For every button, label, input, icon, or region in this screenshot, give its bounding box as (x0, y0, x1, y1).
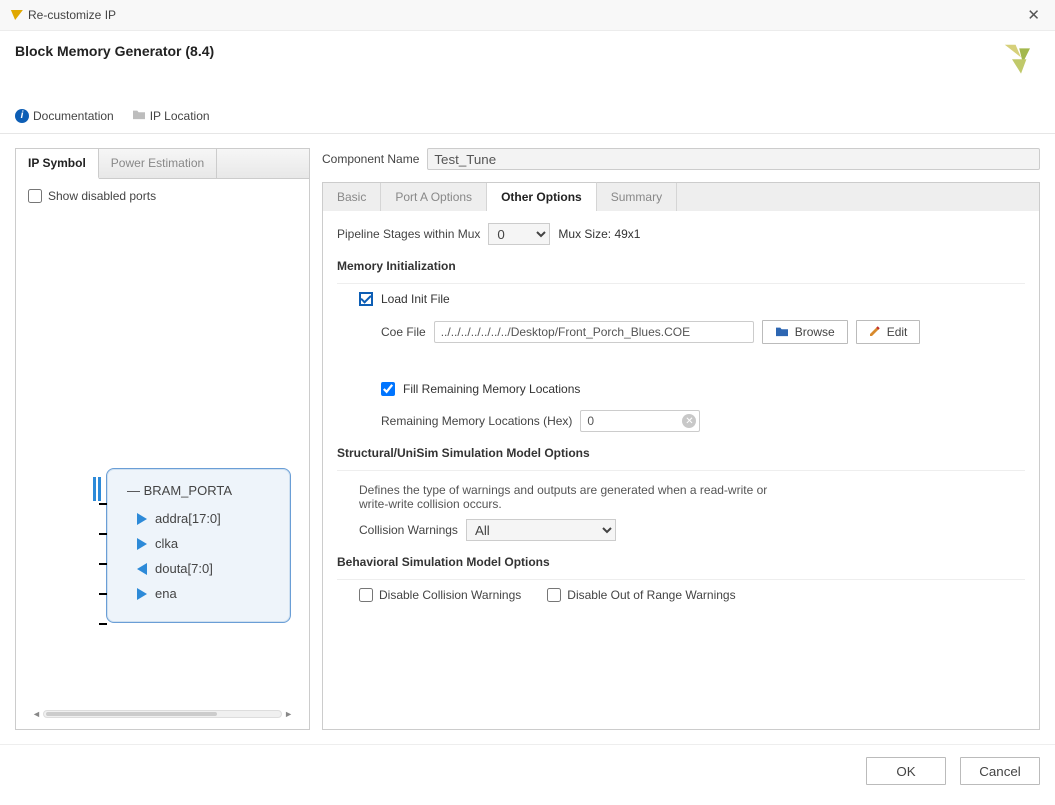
show-disabled-ports-checkbox[interactable] (28, 189, 42, 203)
edit-pencil-icon (869, 325, 881, 340)
arrow-right-icon (137, 513, 147, 525)
pipeline-stages-select[interactable]: 0 (488, 223, 550, 245)
collision-warnings-label: Collision Warnings (359, 523, 458, 537)
arrow-right-icon (137, 538, 147, 550)
ip-block-bram-porta: — BRAM_PORTA addra[17:0] clka douta[7:0] (106, 468, 291, 623)
open-folder-icon (775, 325, 789, 340)
clear-input-icon[interactable]: ✕ (682, 414, 696, 428)
divider (337, 470, 1025, 471)
content: IP Symbol Power Estimation Show disabled… (0, 134, 1055, 744)
divider (337, 579, 1025, 580)
dialog-footer: OK Cancel (0, 744, 1055, 805)
info-icon: i (15, 109, 29, 123)
tab-summary[interactable]: Summary (597, 183, 677, 211)
fill-remaining-label: Fill Remaining Memory Locations (403, 382, 580, 396)
section-structural-sim: Structural/UniSim Simulation Model Optio… (337, 446, 1025, 460)
edit-button[interactable]: Edit (856, 320, 921, 344)
component-name-input[interactable] (427, 148, 1040, 170)
load-init-file-label: Load Init File (381, 292, 450, 306)
collapse-handle-icon[interactable] (93, 477, 101, 501)
coe-file-label: Coe File (381, 325, 426, 339)
ip-location-label: IP Location (150, 109, 210, 123)
port-label-ena: ena (155, 586, 177, 601)
tab-port-a-options[interactable]: Port A Options (381, 183, 487, 211)
edit-button-label: Edit (887, 325, 908, 339)
remaining-locations-label: Remaining Memory Locations (Hex) (381, 414, 572, 428)
chevron-right-icon[interactable]: ► (284, 709, 293, 719)
left-tabbar: IP Symbol Power Estimation (16, 149, 309, 179)
coe-file-input[interactable] (434, 321, 754, 343)
component-name-label: Component Name (322, 152, 419, 166)
port-label-douta: douta[7:0] (155, 561, 213, 576)
port-douta: douta[7:0] (127, 556, 280, 581)
structural-sim-description: Defines the type of warnings and outputs… (359, 479, 779, 519)
window-title: Re-customize IP (28, 8, 116, 22)
browse-button[interactable]: Browse (762, 320, 848, 344)
divider (337, 283, 1025, 284)
port-addra: addra[17:0] (127, 506, 280, 531)
disable-out-of-range-label: Disable Out of Range Warnings (567, 588, 735, 602)
header: Block Memory Generator (8.4) i Documenta… (0, 31, 1055, 134)
collision-warnings-select[interactable]: All (466, 519, 616, 541)
ip-symbol-canvas[interactable]: — BRAM_PORTA addra[17:0] clka douta[7:0] (28, 211, 297, 707)
page-title: Block Memory Generator (8.4) (15, 43, 214, 59)
documentation-label: Documentation (33, 109, 114, 123)
port-ena: ena (127, 581, 280, 606)
tab-content-other-options: Pipeline Stages within Mux 0 Mux Size: 4… (322, 211, 1040, 730)
chevron-left-icon[interactable]: ◄ (32, 709, 41, 719)
port-clka: clka (127, 531, 280, 556)
config-tabbar: Basic Port A Options Other Options Summa… (322, 182, 1040, 211)
config-panel: Component Name Basic Port A Options Othe… (322, 148, 1040, 730)
ip-location-link[interactable]: IP Location (132, 108, 210, 123)
cancel-button[interactable]: Cancel (960, 757, 1040, 785)
block-title: BRAM_PORTA (144, 483, 232, 498)
section-behavioral-sim: Behavioral Simulation Model Options (337, 555, 1025, 569)
show-disabled-ports-label: Show disabled ports (48, 189, 156, 203)
browse-button-label: Browse (795, 325, 835, 339)
horizontal-scrollbar[interactable]: ◄ ► (28, 707, 297, 721)
arrow-right-icon (137, 588, 147, 600)
documentation-link[interactable]: i Documentation (15, 109, 114, 123)
ok-button[interactable]: OK (866, 757, 946, 785)
disable-collision-warnings-label: Disable Collision Warnings (379, 588, 521, 602)
tab-other-options[interactable]: Other Options (487, 182, 597, 211)
vivado-logo-icon (1002, 43, 1040, 82)
ip-symbol-panel: IP Symbol Power Estimation Show disabled… (15, 148, 310, 730)
load-init-file-checkbox[interactable] (359, 292, 373, 306)
tab-power-estimation[interactable]: Power Estimation (99, 149, 217, 178)
tab-basic[interactable]: Basic (323, 183, 381, 211)
mux-size-text: Mux Size: 49x1 (558, 227, 640, 241)
tab-ip-symbol[interactable]: IP Symbol (16, 149, 99, 179)
port-label-clka: clka (155, 536, 178, 551)
section-memory-initialization: Memory Initialization (337, 259, 1025, 273)
folder-icon (132, 108, 146, 123)
disable-out-of-range-checkbox[interactable] (547, 588, 561, 602)
port-label-addra: addra[17:0] (155, 511, 221, 526)
app-logo-icon (9, 10, 23, 20)
title-bar: Re-customize IP ✕ (0, 0, 1055, 31)
arrow-left-icon (137, 563, 147, 575)
pipeline-stages-label: Pipeline Stages within Mux (337, 227, 480, 241)
fill-remaining-checkbox[interactable] (381, 382, 395, 396)
disable-collision-warnings-checkbox[interactable] (359, 588, 373, 602)
close-button[interactable]: ✕ (1022, 6, 1045, 24)
